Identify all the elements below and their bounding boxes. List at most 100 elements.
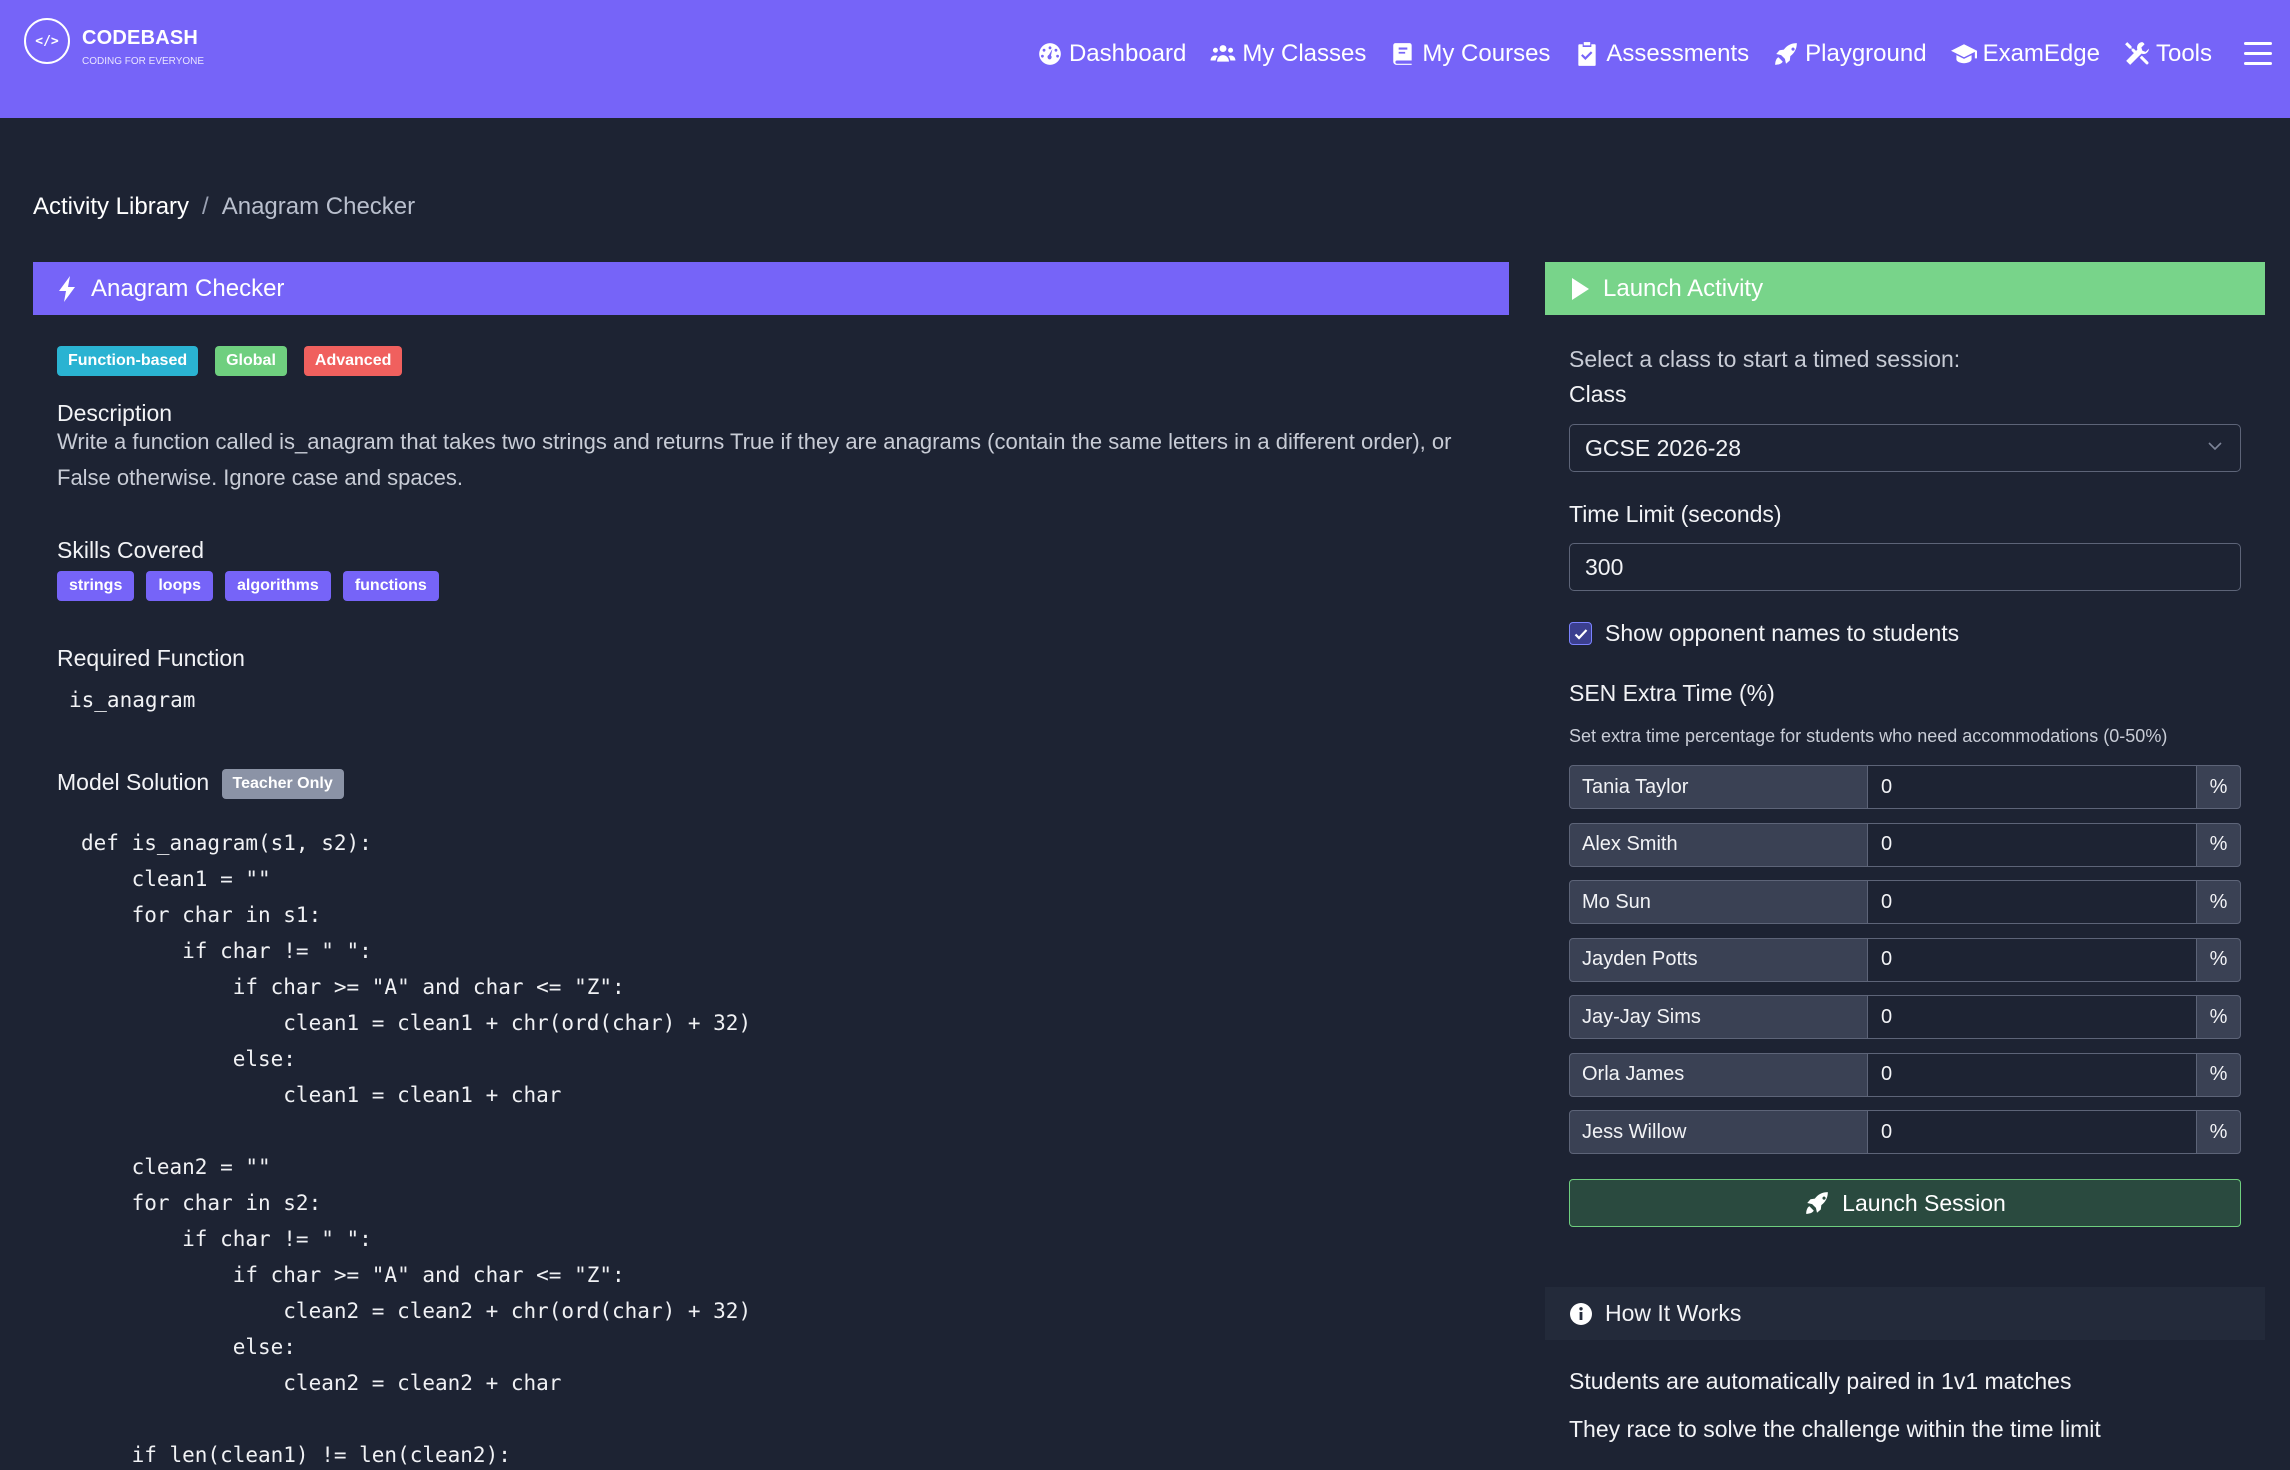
launch-session-button[interactable]: Launch Session (1569, 1179, 2241, 1227)
sen-percent-addon: % (2196, 880, 2241, 924)
sen-percent-addon: % (2196, 995, 2241, 1039)
required-function-label: Required Function (57, 645, 245, 671)
skill-badge: functions (342, 571, 439, 601)
how-it-works-title: How It Works (1605, 1300, 1742, 1326)
class-select-value: GCSE 2026-28 (1585, 434, 1741, 461)
model-solution-heading: Model Solution Teacher Only (57, 769, 344, 799)
nav-label: Dashboard (1068, 40, 1187, 67)
description-label: Description (57, 400, 173, 426)
model-solution-label: Model Solution (57, 769, 210, 796)
skill-badge: loops (146, 571, 214, 601)
sen-percentage-input[interactable]: 0 (1868, 1052, 2196, 1097)
nav-label: My Courses (1422, 40, 1551, 67)
breadcrumb-activity-library[interactable]: Activity Library (33, 193, 189, 221)
sen-student-name: Alex Smith (1569, 822, 1868, 867)
brand-tagline: CODING FOR EVERYONE (82, 56, 205, 67)
play-icon (1572, 277, 1589, 300)
class-select[interactable]: GCSE 2026-28 (1569, 424, 2241, 472)
sen-student-name: Tania Taylor (1569, 765, 1868, 809)
nav-assessments[interactable]: Assessments (1574, 40, 1749, 68)
sen-student-name: Jay-Jay Sims (1569, 995, 1868, 1039)
hamburger-icon[interactable] (2244, 42, 2274, 68)
nav-label: Assessments (1606, 40, 1750, 67)
required-function-name: is_anagram (69, 688, 196, 712)
gauge-icon (1039, 43, 1061, 65)
activity-card-header: Anagram Checker (33, 262, 1509, 315)
time-limit-label: Time Limit (seconds) (1569, 501, 1782, 527)
sen-percentage-input[interactable]: 0 (1868, 1110, 2196, 1154)
how-it-works-line: They race to solve the challenge within … (1569, 1416, 2101, 1442)
nav-label: Tools (2155, 40, 2212, 67)
nav-tools[interactable]: Tools (2124, 40, 2212, 68)
sen-percent-addon: % (2196, 765, 2241, 809)
nav-label: My Classes (1242, 40, 1367, 67)
nav-my-classes[interactable]: My Classes (1210, 40, 1366, 68)
launch-header-title: Launch Activity (1603, 274, 1764, 302)
nav-my-courses[interactable]: My Courses (1390, 40, 1550, 68)
launch-card-header: Launch Activity (1545, 262, 2265, 315)
breadcrumb-separator: / (202, 193, 209, 220)
how-it-works-header: How It Works (1545, 1287, 2265, 1340)
check-icon (1574, 628, 1587, 640)
sen-row: Jay-Jay Sims 0 % (1569, 995, 2241, 1039)
sen-percent-addon: % (2196, 1110, 2241, 1154)
nav-links: Dashboard My Classes My Courses Assessme… (1013, 40, 2212, 68)
sen-row: Tania Taylor 0 % (1569, 765, 2241, 809)
sen-percent-addon: % (2196, 937, 2241, 982)
badge-type: Function-based (57, 346, 199, 376)
nav-playground[interactable]: Playground (1773, 40, 1927, 68)
time-limit-input[interactable]: 300 (1569, 543, 2241, 591)
model-solution-code: def is_anagram(s1, s2): clean1 = "" for … (81, 831, 752, 1467)
sen-row: Orla James 0 % (1569, 1052, 2241, 1097)
activity-title: Anagram Checker (91, 274, 285, 302)
skill-badge: algorithms (225, 571, 331, 601)
skills-list: strings loops algorithms functions (57, 571, 451, 601)
how-it-works-line: Students are automatically paired in 1v1… (1569, 1368, 2072, 1394)
nav-examedge[interactable]: ExamEdge (1950, 40, 2100, 68)
sen-row: Alex Smith 0 % (1569, 822, 2241, 867)
sen-label: SEN Extra Time (%) (1569, 680, 1775, 706)
rocket-icon (1775, 43, 1797, 65)
sen-row: Jayden Potts 0 % (1569, 937, 2241, 982)
sen-percentage-input[interactable]: 0 (1868, 822, 2196, 867)
sen-percent-addon: % (2196, 822, 2241, 867)
show-opponent-names-checkbox-row[interactable]: Show opponent names to students (1569, 620, 1959, 647)
sen-row: Mo Sun 0 % (1569, 880, 2241, 924)
rocket-icon (1806, 1192, 1828, 1214)
launch-session-label: Launch Session (1842, 1189, 2006, 1216)
activity-badges: Function-based Global Advanced (57, 346, 419, 376)
sen-student-name: Mo Sun (1569, 880, 1868, 924)
show-opponent-names-label: Show opponent names to students (1605, 620, 1960, 646)
sen-student-name: Jayden Potts (1569, 937, 1868, 982)
sen-percentage-input[interactable]: 0 (1868, 765, 2196, 809)
info-icon (1570, 1302, 1592, 1325)
time-limit-value: 300 (1585, 553, 1624, 580)
nav-dashboard[interactable]: Dashboard (1037, 40, 1186, 68)
nav-label: Playground (1805, 40, 1927, 67)
sen-percentage-input[interactable]: 0 (1868, 995, 2196, 1039)
brand[interactable]: </> CODEBASH CODING FOR EVERYONE (24, 18, 204, 69)
badge-scope: Global (215, 346, 287, 376)
brand-name: CODEBASH (82, 27, 199, 49)
skill-badge: strings (57, 571, 135, 601)
badge-difficulty: Advanced (303, 346, 403, 376)
brand-logo-icon: </> (24, 18, 70, 64)
top-navbar: </> CODEBASH CODING FOR EVERYONE Dashboa… (0, 0, 2290, 118)
description-text: Write a function called is_anagram that … (57, 429, 1452, 490)
launch-intro: Select a class to start a timed session: (1569, 346, 1961, 372)
class-label: Class (1569, 381, 1627, 407)
users-icon (1210, 45, 1236, 62)
sen-student-name: Orla James (1569, 1052, 1868, 1097)
book-icon (1393, 43, 1413, 65)
chevron-down-icon (2208, 442, 2222, 451)
sen-percentage-input[interactable]: 0 (1868, 937, 2196, 982)
sen-row: Jess Willow 0 % (1569, 1110, 2241, 1154)
teacher-only-badge: Teacher Only (221, 769, 344, 799)
show-opponent-names-checkbox[interactable] (1569, 622, 1592, 645)
breadcrumb: Activity Library / Anagram Checker (33, 193, 415, 221)
graduation-cap-icon (1950, 44, 1977, 64)
bolt-icon (59, 275, 75, 302)
sen-percentage-input[interactable]: 0 (1868, 880, 2196, 924)
sen-extra-time-list: Tania Taylor 0 % Alex Smith 0 % Mo Sun 0… (1569, 765, 2241, 1168)
sen-percent-addon: % (2196, 1052, 2241, 1097)
